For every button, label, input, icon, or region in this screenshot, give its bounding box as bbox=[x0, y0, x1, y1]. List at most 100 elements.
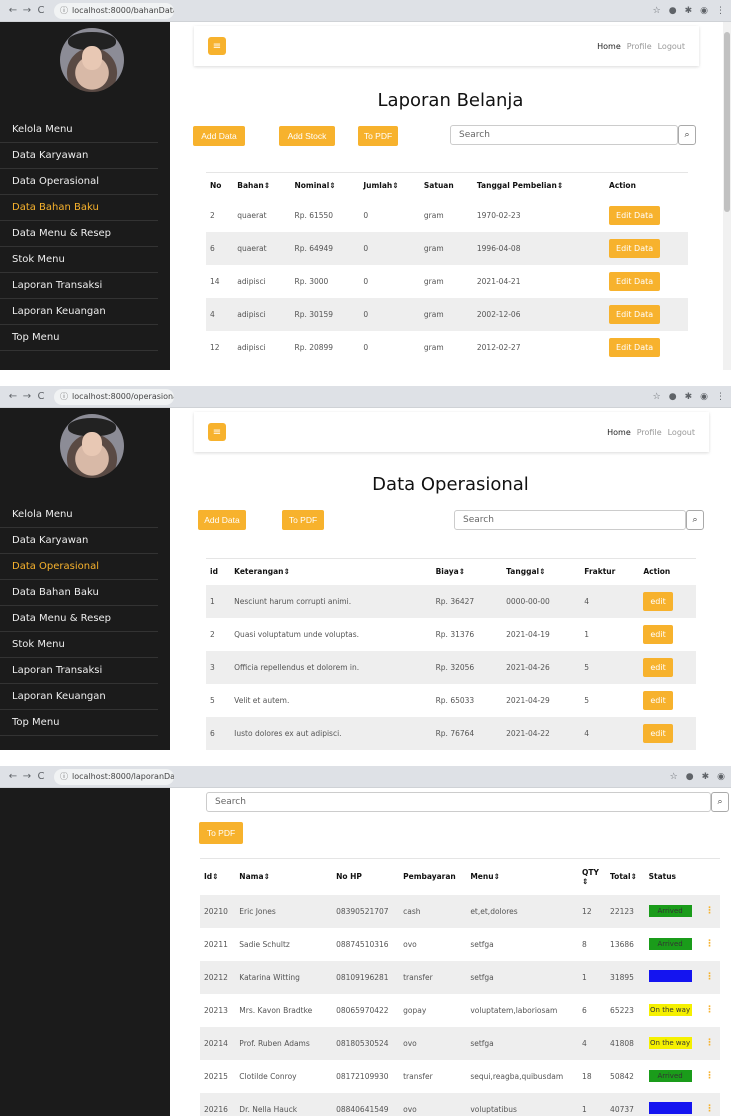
address-bar[interactable]: ⓘ localhost:8000/bahanData bbox=[54, 2, 174, 19]
sidebar-item-data-menu-resep[interactable]: Data Menu & Resep bbox=[0, 221, 158, 247]
kebab-menu-icon[interactable]: ⋮ bbox=[705, 1104, 714, 1114]
puzzle-icon[interactable]: ✱ bbox=[702, 772, 710, 782]
extension-icon[interactable]: ● bbox=[669, 6, 677, 16]
star-icon[interactable]: ☆ bbox=[670, 772, 678, 782]
hamburger-menu-icon[interactable]: ≡ bbox=[208, 423, 226, 441]
to-pdf-button[interactable]: To PDF bbox=[199, 822, 243, 844]
sidebar-item-top-menu[interactable]: Top Menu bbox=[0, 325, 158, 351]
column-header[interactable]: Tanggal Pembelian⇕ bbox=[472, 172, 606, 199]
edit-data-button[interactable]: Edit Data bbox=[609, 205, 661, 225]
sidebar-item-laporan-transaksi[interactable]: Laporan Transaksi bbox=[0, 273, 158, 299]
edit-data-button[interactable]: Edit Data bbox=[609, 238, 661, 258]
nav-logout[interactable]: Logout bbox=[658, 42, 685, 51]
sidebar-item-stok-menu[interactable]: Stok Menu bbox=[0, 632, 158, 658]
kebab-menu-icon[interactable]: ⋮ bbox=[705, 906, 714, 916]
edit-button[interactable]: edit bbox=[643, 723, 673, 743]
column-header[interactable]: Tanggal⇕ bbox=[502, 558, 581, 585]
column-header[interactable]: Bahan⇕ bbox=[233, 172, 291, 199]
sidebar-item-kelola-menu[interactable]: Kelola Menu bbox=[0, 117, 158, 143]
sidebar-item-laporan-keuangan[interactable]: Laporan Keuangan bbox=[0, 299, 158, 325]
forward-arrow-icon[interactable]: → bbox=[20, 391, 34, 402]
puzzle-icon[interactable]: ✱ bbox=[685, 6, 693, 16]
extension-icon[interactable]: ● bbox=[669, 392, 677, 402]
extension-icon[interactable]: ● bbox=[686, 772, 694, 782]
sidebar-item-data-karyawan[interactable]: Data Karyawan bbox=[0, 528, 158, 554]
sidebar-item-stok-menu[interactable]: Stok Menu bbox=[0, 247, 158, 273]
sidebar-item-data-bahan-baku[interactable]: Data Bahan Baku bbox=[0, 580, 158, 606]
edit-button[interactable]: edit bbox=[643, 690, 673, 710]
column-header[interactable]: Menu⇕ bbox=[466, 858, 579, 895]
scrollbar[interactable] bbox=[723, 22, 731, 370]
add-data-button[interactable]: Add Data bbox=[193, 126, 245, 146]
nav-logout[interactable]: Logout bbox=[668, 428, 695, 437]
address-bar[interactable]: ⓘ localhost:8000/laporanData bbox=[54, 768, 174, 785]
search-input[interactable]: Search bbox=[454, 510, 686, 530]
reload-icon[interactable]: C bbox=[34, 391, 48, 402]
add-stock-button[interactable]: Add Stock bbox=[279, 126, 335, 146]
column-header[interactable]: Nominal⇕ bbox=[290, 172, 360, 199]
back-arrow-icon[interactable]: ← bbox=[6, 5, 20, 16]
star-icon[interactable]: ☆ bbox=[653, 6, 661, 16]
column-header[interactable]: Total⇕ bbox=[606, 858, 645, 895]
forward-arrow-icon[interactable]: → bbox=[20, 771, 34, 782]
back-arrow-icon[interactable]: ← bbox=[6, 771, 20, 782]
puzzle-icon[interactable]: ✱ bbox=[685, 392, 693, 402]
column-header[interactable]: No bbox=[206, 172, 234, 199]
cell: Iusto dolores ex aut adipisci. bbox=[230, 716, 432, 750]
edit-button[interactable]: edit bbox=[643, 591, 673, 611]
sidebar-item-data-menu-resep[interactable]: Data Menu & Resep bbox=[0, 606, 158, 632]
sidebar-item-laporan-keuangan[interactable]: Laporan Keuangan bbox=[0, 684, 158, 710]
column-header[interactable]: Id⇕ bbox=[200, 858, 236, 895]
kebab-menu-icon[interactable]: ⋮ bbox=[705, 1005, 714, 1015]
edit-button[interactable]: edit bbox=[643, 624, 673, 644]
table-row: 20212 Katarina Witting 08109196281 transfer… bbox=[200, 960, 720, 994]
search-icon[interactable]: ⌕ bbox=[711, 792, 729, 812]
edit-button[interactable]: edit bbox=[643, 657, 673, 677]
edit-data-button[interactable]: Edit Data bbox=[609, 271, 661, 291]
sidebar-item-top-menu[interactable]: Top Menu bbox=[0, 710, 158, 736]
profile-icon[interactable]: ◉ bbox=[717, 772, 725, 782]
column-header[interactable]: Jumlah⇕ bbox=[359, 172, 420, 199]
nav-profile[interactable]: Profile bbox=[627, 42, 652, 51]
nav-home[interactable]: Home bbox=[607, 428, 631, 437]
sidebar-item-data-operasional[interactable]: Data Operasional bbox=[0, 554, 158, 580]
kebab-menu-icon[interactable]: ⋮ bbox=[705, 972, 714, 982]
column-header[interactable]: Biaya⇕ bbox=[431, 558, 503, 585]
nav-profile[interactable]: Profile bbox=[637, 428, 662, 437]
edit-data-button[interactable]: Edit Data bbox=[609, 337, 661, 357]
cell: 22123 bbox=[606, 894, 645, 928]
reload-icon[interactable]: C bbox=[34, 771, 48, 782]
reload-icon[interactable]: C bbox=[34, 5, 48, 16]
star-icon[interactable]: ☆ bbox=[653, 392, 661, 402]
forward-arrow-icon[interactable]: → bbox=[20, 5, 34, 16]
cell: Rp. 20899 bbox=[294, 342, 334, 352]
column-header[interactable]: QTY ⇕ bbox=[578, 858, 607, 895]
sidebar-item-laporan-transaksi[interactable]: Laporan Transaksi bbox=[0, 658, 158, 684]
kebab-menu-icon[interactable]: ⋮ bbox=[705, 1038, 714, 1048]
hamburger-menu-icon[interactable]: ≡ bbox=[208, 37, 226, 55]
sidebar-item-data-operasional[interactable]: Data Operasional bbox=[0, 169, 158, 195]
edit-data-button[interactable]: Edit Data bbox=[609, 304, 661, 324]
back-arrow-icon[interactable]: ← bbox=[6, 391, 20, 402]
add-data-button[interactable]: Add Data bbox=[198, 510, 246, 530]
profile-icon[interactable]: ◉ bbox=[700, 392, 708, 402]
search-icon[interactable]: ⌕ bbox=[686, 510, 704, 530]
search-icon[interactable]: ⌕ bbox=[678, 125, 696, 145]
kebab-menu-icon[interactable]: ⋮ bbox=[705, 1071, 714, 1081]
to-pdf-button[interactable]: To PDF bbox=[358, 126, 398, 146]
sidebar-item-kelola-menu[interactable]: Kelola Menu bbox=[0, 502, 158, 528]
search-input[interactable]: Search bbox=[450, 125, 678, 145]
search-input[interactable]: Search bbox=[206, 792, 711, 812]
address-bar[interactable]: ⓘlocalhost:8000/operasionalData bbox=[54, 388, 174, 405]
sidebar-item-data-karyawan[interactable]: Data Karyawan bbox=[0, 143, 158, 169]
nav-home[interactable]: Home bbox=[597, 42, 621, 51]
to-pdf-button[interactable]: To PDF bbox=[282, 510, 324, 530]
cell: 0 bbox=[359, 231, 420, 265]
sidebar-item-data-bahan-baku[interactable]: Data Bahan Baku bbox=[0, 195, 158, 221]
profile-icon[interactable]: ◉ bbox=[700, 6, 708, 16]
menu-dots-icon[interactable]: ⋮ bbox=[716, 392, 725, 402]
column-header[interactable]: Nama⇕ bbox=[235, 858, 333, 895]
column-header[interactable]: Keterangan⇕ bbox=[230, 558, 432, 585]
kebab-menu-icon[interactable]: ⋮ bbox=[705, 939, 714, 949]
menu-dots-icon[interactable]: ⋮ bbox=[716, 6, 725, 16]
